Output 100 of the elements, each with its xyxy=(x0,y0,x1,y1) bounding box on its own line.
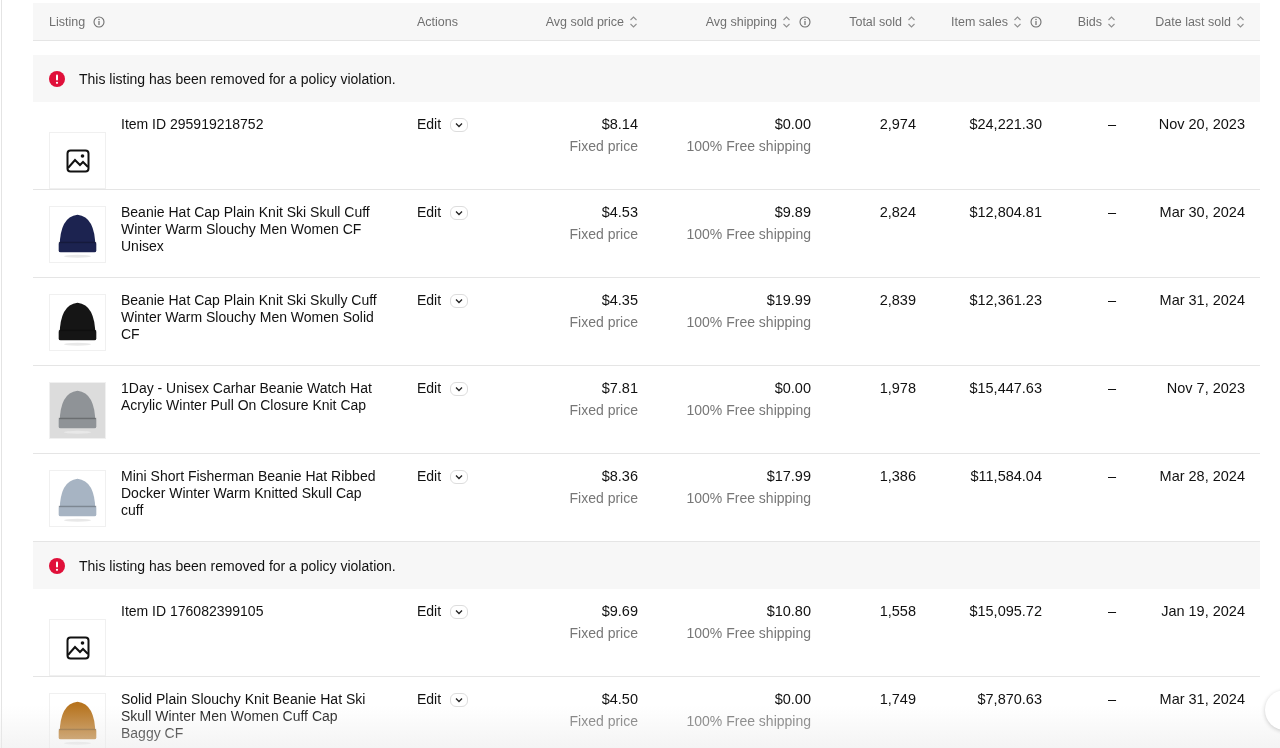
shipping-note: 100% Free shipping xyxy=(686,314,811,331)
shipping-text: $19.99 xyxy=(766,292,811,309)
chevron-icon xyxy=(455,696,464,703)
item-sales-text: $15,095.72 xyxy=(969,603,1042,620)
column-header[interactable]: Date last sold xyxy=(1155,14,1245,29)
format-text: Fixed price xyxy=(569,402,638,419)
shipping-text: $0.00 xyxy=(774,116,811,133)
format-text: Fixed price xyxy=(569,490,638,507)
shipping-text: $0.00 xyxy=(774,380,811,397)
sort-icon xyxy=(1013,14,1022,29)
date-text: Mar 31, 2024 xyxy=(1159,292,1245,309)
format-text: Fixed price xyxy=(569,314,638,331)
format-text: Fixed price xyxy=(569,226,638,243)
date-text: Nov 20, 2023 xyxy=(1158,116,1245,133)
column-header[interactable]: Item sales xyxy=(951,14,1042,29)
dropdown-button[interactable] xyxy=(450,293,469,308)
total-sold-text: 1,386 xyxy=(879,468,916,485)
listing-title[interactable]: Mini Short Fisherman Beanie Hat Ribbed Docker Winter Warm Knitted Skull Cap cuff xyxy=(121,468,377,519)
chevron-icon xyxy=(455,608,464,615)
price-text: $8.14 xyxy=(601,116,638,133)
dropdown-button[interactable] xyxy=(450,205,469,220)
error-icon xyxy=(49,557,65,574)
format-text: Fixed price xyxy=(569,138,638,155)
bids-text: – xyxy=(1107,380,1116,397)
date-text: Nov 7, 2023 xyxy=(1166,380,1245,397)
item-sales-text: $24,221.30 xyxy=(969,116,1042,133)
format-text: Fixed price xyxy=(569,713,638,730)
image-icon xyxy=(65,635,90,660)
shipping-note: 100% Free shipping xyxy=(686,713,811,730)
listing-title[interactable]: Item ID 176082399105 xyxy=(121,603,377,620)
bids-text: – xyxy=(1107,468,1116,485)
column-header: Actions xyxy=(417,14,458,29)
price-text: $7.81 xyxy=(601,380,638,397)
info-icon xyxy=(93,15,106,28)
shipping-text: $9.89 xyxy=(774,204,811,221)
dropdown-button[interactable] xyxy=(450,381,469,396)
info-icon xyxy=(799,15,811,28)
total-sold-text: 1,558 xyxy=(879,603,916,620)
dropdown-button[interactable] xyxy=(450,117,469,132)
info-icon xyxy=(1030,15,1042,28)
sort-icon xyxy=(1107,14,1116,29)
bids-text: – xyxy=(1107,603,1116,620)
date-text: Mar 28, 2024 xyxy=(1159,468,1245,485)
listing-title[interactable]: Item ID 295919218752 xyxy=(121,116,377,133)
listing-title[interactable]: Solid Plain Slouchy Knit Beanie Hat Ski Skull Winter Men Women Cuff Cap Baggy CF xyxy=(121,691,377,742)
chevron-icon xyxy=(455,297,464,304)
format-text: Fixed price xyxy=(569,625,638,642)
item-sales-text: $11,584.04 xyxy=(970,468,1042,485)
listing-title[interactable]: Beanie Hat Cap Plain Knit Ski Skull Cuff Winter Warm Slouchy Men Women CF Unisex xyxy=(121,204,377,255)
total-sold-text: 2,824 xyxy=(879,204,916,221)
bids-text: – xyxy=(1107,116,1116,133)
dropdown-button[interactable] xyxy=(450,469,469,484)
shipping-note: 100% Free shipping xyxy=(686,138,811,155)
price-text: $4.53 xyxy=(601,204,638,221)
date-text: Mar 31, 2024 xyxy=(1159,691,1245,708)
chevron-icon xyxy=(455,209,464,216)
column-header[interactable]: Avg sold price xyxy=(545,14,638,29)
column-header[interactable]: Bids xyxy=(1077,14,1116,29)
item-sales-text: $12,361.23 xyxy=(969,292,1042,309)
price-text: $4.50 xyxy=(601,691,638,708)
edit-link[interactable]: Edit xyxy=(417,468,442,485)
shipping-note: 100% Free shipping xyxy=(686,402,811,419)
shipping-note: 100% Free shipping xyxy=(686,226,811,243)
sort-icon xyxy=(1236,14,1245,29)
column-header: Listing xyxy=(49,14,106,29)
edit-link[interactable]: Edit xyxy=(417,292,442,309)
dropdown-button[interactable] xyxy=(450,692,469,707)
column-header[interactable]: Total sold xyxy=(849,14,916,29)
edit-link[interactable]: Edit xyxy=(417,603,442,620)
alert-message: This listing has been removed for a policy violation. xyxy=(79,557,396,574)
bids-text: – xyxy=(1107,292,1116,309)
listing-title[interactable]: 1Day - Unisex Carhar Beanie Watch Hat Acrylic Winter Pull On Closure Knit Cap xyxy=(121,380,377,414)
date-text: Jan 19, 2024 xyxy=(1161,603,1245,620)
shipping-text: $17.99 xyxy=(766,468,811,485)
price-text: $9.69 xyxy=(601,603,638,620)
item-sales-text: $15,447.63 xyxy=(969,380,1042,397)
image-icon xyxy=(65,148,90,173)
edit-link[interactable]: Edit xyxy=(417,691,442,708)
total-sold-text: 1,749 xyxy=(879,691,916,708)
column-header[interactable]: Avg shipping xyxy=(705,14,811,29)
shipping-text: $0.00 xyxy=(774,691,811,708)
sort-icon xyxy=(629,14,638,29)
edit-link[interactable]: Edit xyxy=(417,116,442,133)
chevron-icon xyxy=(455,385,464,392)
listing-title[interactable]: Beanie Hat Cap Plain Knit Ski Skully Cuff Winter Warm Slouchy Men Women Solid CF xyxy=(121,292,377,343)
shipping-note: 100% Free shipping xyxy=(686,625,811,642)
edit-link[interactable]: Edit xyxy=(417,380,442,397)
sort-icon xyxy=(907,14,916,29)
total-sold-text: 1,978 xyxy=(879,380,916,397)
dropdown-button[interactable] xyxy=(450,604,469,619)
sort-icon xyxy=(782,14,791,29)
alert-message: This listing has been removed for a policy violation. xyxy=(79,70,396,87)
edit-link[interactable]: Edit xyxy=(417,204,442,221)
bids-text: – xyxy=(1107,691,1116,708)
shipping-note: 100% Free shipping xyxy=(686,490,811,507)
item-sales-text: $12,804.81 xyxy=(969,204,1042,221)
chevron-icon xyxy=(455,121,464,128)
price-text: $4.35 xyxy=(601,292,638,309)
bids-text: – xyxy=(1107,204,1116,221)
chevron-icon xyxy=(455,473,464,480)
